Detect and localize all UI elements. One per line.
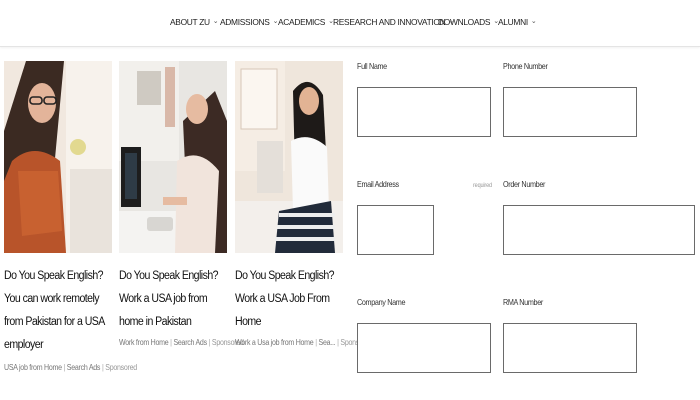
sponsored-card[interactable]: Do You Speak English? You can work remot… [4, 61, 137, 372]
nav-item-admissions[interactable]: ADMISSIONS ⌄ [220, 17, 278, 27]
nav-item-alumni[interactable]: ALUMNI ⌄ [498, 17, 538, 27]
chevron-down-icon: ⌄ [530, 18, 537, 25]
card-title[interactable]: Do You Speak English? You can work remot… [4, 265, 113, 357]
order-number-field[interactable] [503, 205, 695, 255]
nav-item-label: ABOUT ZU [170, 17, 210, 27]
nav-item-label: DOWNLOADS [438, 17, 491, 27]
nav-item-research-and-innovation[interactable]: RESEARCH AND INNOVATION ⌄ [333, 17, 454, 27]
page: ABOUT ZU ⌄ ADMISSIONS ⌄ ACADEMICS ⌄ RESE… [0, 0, 700, 400]
nav-item-label: ADMISSIONS [220, 17, 270, 27]
nav-item-label: ACADEMICS [278, 17, 326, 27]
sponsored-card[interactable]: Do You Speak English? Work a USA Job Fro… [235, 61, 372, 347]
card-image-woman-with-glasses[interactable] [4, 61, 112, 253]
top-navigation: ABOUT ZU ⌄ ADMISSIONS ⌄ ACADEMICS ⌄ RESE… [0, 0, 700, 47]
full-name-field[interactable] [357, 87, 491, 137]
required-hint: required [473, 182, 492, 189]
nav-item-downloads[interactable]: DOWNLOADS ⌄ [438, 17, 499, 27]
card-image-woman-at-laptop[interactable] [119, 61, 227, 253]
card-meta: USA job from Home | Search Ads | Sponsored [4, 363, 137, 372]
card-source[interactable]: Work from Home [119, 338, 169, 347]
chevron-down-icon: ⌄ [328, 18, 334, 25]
card-category[interactable]: Search Ads [67, 363, 101, 372]
sponsored-label: Sponsored [105, 363, 137, 372]
chevron-down-icon: ⌄ [493, 18, 499, 25]
card-title[interactable]: Do You Speak English? Work a USA Job Fro… [235, 265, 344, 334]
rma-number-label: RMA Number [503, 297, 543, 307]
nav-menu: ABOUT ZU ⌄ ADMISSIONS ⌄ ACADEMICS ⌄ RESE… [170, 17, 538, 27]
card-meta: Work from Home | Search Ads | Sponsored [119, 338, 244, 347]
phone-number-field[interactable] [503, 87, 637, 137]
company-name-label: Company Name [357, 297, 406, 307]
company-name-field[interactable] [357, 323, 491, 373]
card-meta: Work a Usa job from Home|Sea...|Sponsore… [235, 338, 372, 347]
sponsored-card[interactable]: Do You Speak English? Work a USA job fro… [119, 61, 244, 347]
card-source[interactable]: USA job from Home [4, 363, 62, 372]
email-address-label: Email Address [357, 179, 399, 189]
card-source[interactable]: Work a Usa job from Home [235, 338, 314, 347]
chevron-down-icon: ⌄ [272, 18, 279, 25]
nav-item-about-zu[interactable]: ABOUT ZU ⌄ [170, 17, 220, 27]
chevron-down-icon: ⌄ [212, 18, 219, 25]
order-number-label: Order Number [503, 179, 546, 189]
card-category[interactable]: Sea... [319, 338, 336, 347]
card-title[interactable]: Do You Speak English? Work a USA job fro… [119, 265, 228, 334]
nav-item-academics[interactable]: ACADEMICS ⌄ [278, 17, 334, 27]
full-name-label: Full Name [357, 61, 387, 71]
nav-item-label: RESEARCH AND INNOVATION [333, 17, 446, 27]
rma-number-field[interactable] [503, 323, 637, 373]
card-image-woman-on-bed[interactable] [235, 61, 343, 253]
nav-item-label: ALUMNI [498, 17, 528, 27]
card-category[interactable]: Search Ads [173, 338, 207, 347]
email-address-field[interactable] [357, 205, 434, 255]
phone-number-label: Phone Number [503, 61, 548, 71]
chevron-down-icon: ⌄ [448, 18, 454, 25]
